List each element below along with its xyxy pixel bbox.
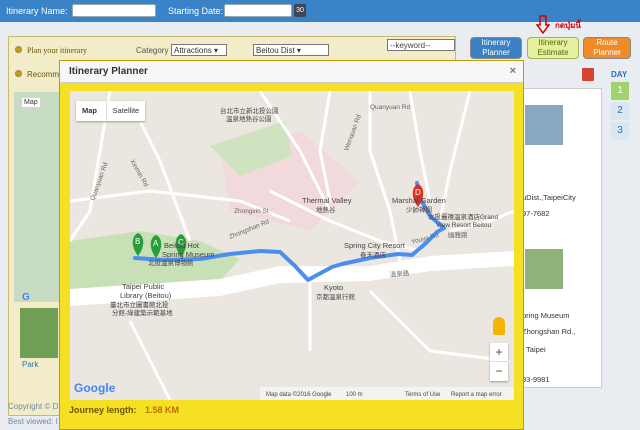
google-logo: G — [22, 292, 30, 303]
map-button[interactable]: Map — [22, 98, 40, 107]
recommend-label: Recomm — [27, 70, 60, 79]
label-thermal-cn: 地熱谷 — [316, 205, 336, 214]
category-select[interactable]: Attractions ▾ — [171, 44, 227, 56]
category-select-value: Attractions — [174, 46, 212, 55]
label-marshal-cn: 少帥禪園 — [406, 205, 432, 214]
label-kyoto-cn: 京都溫泉行館 — [316, 292, 356, 301]
day-tab-2[interactable]: 2 — [611, 102, 629, 120]
district-select[interactable]: Beitou Dist ▾ — [253, 44, 329, 56]
route-map[interactable]: A B C D Thermal Valley 地熱谷 Marshal Garde… — [70, 91, 514, 400]
tab-itinerary-planner[interactable]: Itinerary Planner — [470, 37, 522, 59]
label-thermal: Thermal Valley — [302, 196, 352, 205]
tab-route-planner[interactable]: Route Planner — [583, 37, 631, 59]
keyword-input[interactable]: --keyword-- — [387, 39, 455, 51]
district-select-value: Beitou Dist — [256, 46, 295, 55]
itinerary-name-label: Itinerary Name: — [6, 6, 68, 16]
label-marshal: Marshal Garden — [392, 196, 446, 205]
tab-itinerary-estimate[interactable]: Itinerary Estimate — [527, 37, 579, 59]
label-grand2: View Resort Beitou — [436, 222, 492, 229]
calendar-icon[interactable]: 30 — [294, 4, 306, 17]
zoom-out-button[interactable]: − — [490, 361, 508, 380]
journey-label: Journey length: — [69, 405, 137, 415]
modal-header: Itinerary Planner × — [60, 61, 523, 83]
label-library2: Library (Beitou) — [120, 291, 172, 300]
label-library-cn: 臺北市立圖書館北投 — [110, 300, 169, 309]
attraction-address: , Taipei — [522, 345, 546, 354]
attraction-list: uDist.,TaipeiCity 97-7682 pring Museum Z… — [518, 88, 602, 388]
map-attribution: Map data ©2016 Google — [266, 391, 332, 398]
label-hot: Beitou Hot — [164, 241, 200, 250]
label-library-cn2: 分館-綠建築示範基地 — [112, 308, 173, 317]
arrow-down-icon — [536, 15, 550, 35]
map-type-control: Map Satellite — [76, 101, 146, 121]
journey-length: Journey length: 1.58 KM — [69, 405, 179, 415]
marker-a-label: A — [153, 239, 159, 248]
label-quanyuan: Quanyuan Rd — [370, 104, 410, 111]
attraction-tel: 93-9981 — [522, 375, 550, 384]
park-label: Park — [22, 360, 39, 369]
label-hot2: Spring Museum — [162, 250, 215, 259]
label-park-cn: 台北市立新北投公園 — [220, 106, 279, 115]
plan-label: Plan your itinerary — [27, 46, 87, 55]
day-label: DAY — [611, 70, 628, 79]
zoom-in-button[interactable]: + — [490, 343, 508, 361]
label-spring: Spring City Resort — [344, 241, 406, 250]
recommend-radio[interactable] — [15, 70, 22, 77]
label-kyoto: Kyoto — [324, 283, 343, 292]
map-scale: 100 m — [346, 392, 363, 398]
attraction-image — [525, 105, 563, 145]
plan-radio[interactable] — [15, 46, 22, 53]
trash-icon[interactable] — [582, 68, 594, 81]
category-label: Category — [136, 46, 169, 55]
zoom-control: + − — [490, 343, 508, 381]
attraction-tel: 97-7682 — [522, 209, 550, 218]
map-canvas[interactable]: A B C D Thermal Valley 地熱谷 Marshal Garde… — [70, 91, 514, 400]
journey-value: 1.58 KM — [145, 405, 180, 415]
map-type-satellite-button[interactable]: Satellite — [105, 101, 146, 121]
starting-date-input[interactable] — [224, 4, 292, 17]
attraction-name: pring Museum — [522, 311, 570, 320]
label-hot-cn: 北投溫泉博物館 — [148, 258, 194, 267]
park-image — [20, 308, 58, 358]
report-link[interactable]: Report a map error — [451, 392, 502, 398]
thai-note: กดปุ่มนี้ — [555, 21, 581, 30]
label-spring-cn: 春天酒店 — [360, 250, 387, 259]
itinerary-name-input[interactable] — [72, 4, 156, 17]
terms-link[interactable]: Terms of Use — [405, 392, 441, 398]
label-library: Taipei Public — [122, 282, 164, 291]
label-grand: 北投麗禧溫泉酒店Grand — [428, 212, 498, 221]
day-tab-1[interactable]: 1 — [611, 82, 629, 100]
pegman-icon[interactable] — [493, 317, 505, 335]
starting-date-label: Starting Date: — [168, 6, 224, 16]
itinerary-planner-modal: Itinerary Planner × A B C D Thermal Vall… — [59, 60, 524, 430]
background-map: Map G — [14, 92, 64, 303]
close-icon[interactable]: × — [510, 65, 516, 77]
best-viewed-text: Best viewed: I — [8, 417, 58, 426]
day-tab-3[interactable]: 3 — [611, 122, 629, 140]
label-zhongxin: Zhongxin St — [234, 208, 269, 215]
attraction-address: uDist.,TaipeiCity — [522, 193, 576, 202]
marker-b-label: B — [135, 237, 140, 246]
attraction-address: Zhongshan Rd., — [522, 327, 576, 336]
attraction-image — [525, 249, 563, 289]
label-park-cn2: 溫泉地熱谷公園 — [226, 114, 272, 123]
label-youya-cn: 幽雅路 — [448, 230, 468, 239]
copyright-text: Copyright © D — [8, 402, 59, 411]
map-type-map-button[interactable]: Map — [76, 101, 103, 121]
google-logo: Google — [74, 381, 116, 395]
modal-title: Itinerary Planner — [69, 66, 148, 77]
